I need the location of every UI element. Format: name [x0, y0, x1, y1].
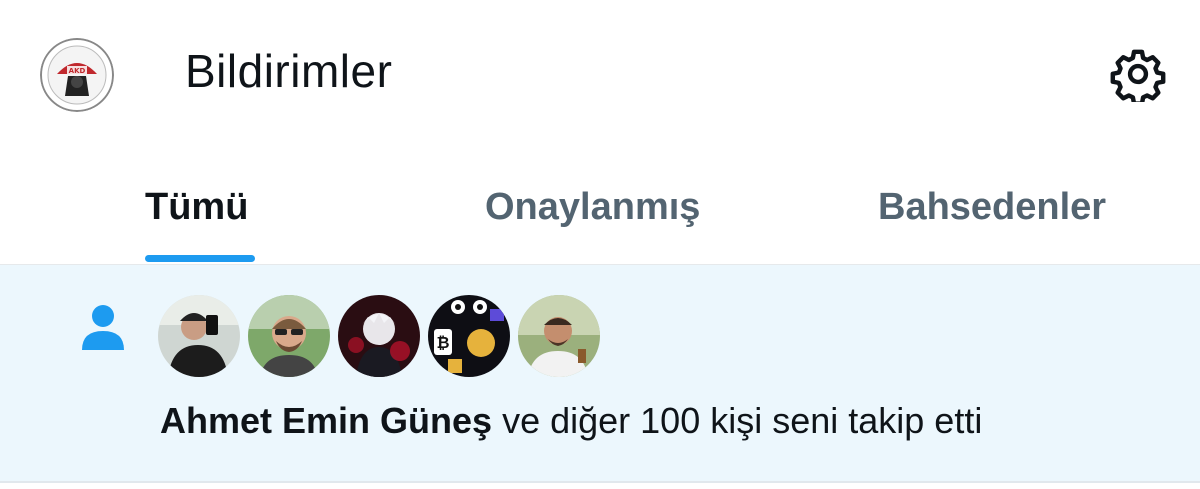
notification-message: ve diğer 100 kişi seni takip etti — [502, 400, 983, 441]
tab-all[interactable]: Tümü — [145, 150, 265, 265]
active-tab-indicator — [145, 255, 255, 262]
tab-all-label: Tümü — [145, 186, 249, 228]
follower-avatar[interactable] — [158, 295, 240, 377]
follower-avatar[interactable]: ₿ — [428, 295, 510, 377]
notification-text: Ahmet Emin Güneş ve diğer 100 kişi seni … — [160, 400, 982, 442]
follower-avatar[interactable] — [338, 295, 420, 377]
page-title: Bildirimler — [185, 45, 393, 97]
actor-name[interactable]: Ahmet Emin Güneş — [160, 400, 492, 441]
person-icon — [80, 303, 126, 351]
svg-text:₿: ₿ — [436, 333, 449, 352]
tab-mentions-label: Bahsedenler — [878, 186, 1107, 228]
top-bar: AKD Bildirimler — [0, 0, 1200, 150]
follower-avatar[interactable] — [248, 295, 330, 377]
tab-verified-label: Onaylanmış — [485, 186, 701, 228]
settings-button[interactable] — [1110, 46, 1166, 106]
tab-verified[interactable]: Onaylanmış — [485, 150, 725, 265]
tab-mentions[interactable]: Bahsedenler — [878, 150, 1128, 265]
gear-icon — [1110, 49, 1166, 106]
tab-bar: Tümü Onaylanmış Bahsedenler — [0, 150, 1200, 265]
follow-notification[interactable]: ₿ Ahmet Emin Güneş ve diğer 100 kişi sen… — [0, 265, 1200, 483]
profile-avatar[interactable]: AKD — [40, 38, 114, 112]
svg-text:AKD: AKD — [69, 67, 86, 75]
follower-avatar[interactable] — [518, 295, 600, 377]
